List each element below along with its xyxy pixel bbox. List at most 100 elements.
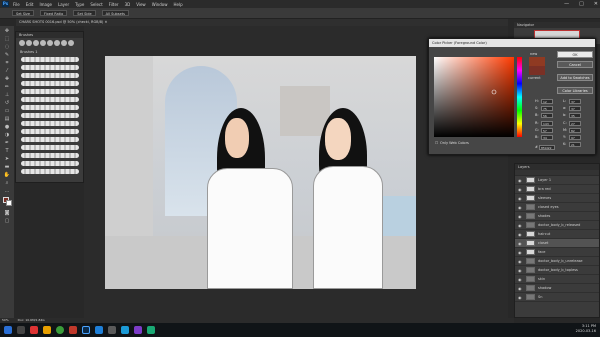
- brightness-input[interactable]: 56: [541, 113, 553, 118]
- brush-stroke-preview[interactable]: [21, 57, 79, 62]
- visibility-eye-icon[interactable]: ◉: [518, 187, 523, 192]
- eraser-tool-icon[interactable]: ▭: [3, 108, 11, 114]
- minimize-button[interactable]: —: [564, 0, 569, 8]
- history-brush-icon[interactable]: ↺: [3, 100, 11, 106]
- hue-slider[interactable]: [517, 57, 522, 137]
- green-input[interactable]: 57: [541, 128, 553, 133]
- quick-mask-icon[interactable]: ◙: [3, 210, 11, 216]
- brush-tip[interactable]: [47, 40, 53, 46]
- pen-tool-icon[interactable]: ✒: [3, 140, 11, 146]
- maximize-button[interactable]: □: [579, 0, 584, 8]
- windows-start-icon[interactable]: [4, 326, 12, 334]
- visibility-eye-icon[interactable]: ◉: [518, 250, 523, 255]
- visibility-eye-icon[interactable]: ◉: [518, 196, 523, 201]
- system-tray[interactable]: 3:11 PM 2020-03-16: [576, 324, 596, 334]
- quick-select-tool-icon[interactable]: ✎: [3, 52, 11, 58]
- shape-tool-icon[interactable]: ▬: [3, 164, 11, 170]
- visibility-eye-icon[interactable]: ◉: [518, 178, 523, 183]
- stamp-tool-icon[interactable]: ⊥: [3, 92, 11, 98]
- layer-row[interactable]: ◉ haircut: [515, 230, 599, 239]
- brush-stroke-preview[interactable]: [21, 121, 79, 126]
- fixed-ratio-dropdown[interactable]: Fixed Ratio: [40, 10, 68, 16]
- layer-row[interactable]: ◉ Sn: [515, 293, 599, 302]
- brush-stroke-preview[interactable]: [21, 129, 79, 134]
- dodge-tool-icon[interactable]: ◑: [3, 132, 11, 138]
- magenta-input[interactable]: 82: [569, 128, 581, 133]
- background-color-swatch[interactable]: [6, 200, 12, 206]
- healing-tool-icon[interactable]: ✚: [3, 76, 11, 82]
- visibility-eye-icon[interactable]: ◉: [518, 232, 523, 237]
- brush-stroke-preview[interactable]: [21, 65, 79, 70]
- layer-row[interactable]: ◉ doctor_body_b_topless: [515, 266, 599, 275]
- taskbar-app-icon[interactable]: [121, 326, 129, 334]
- color-swatches[interactable]: [3, 197, 12, 207]
- color-field[interactable]: [434, 57, 514, 137]
- menu-help[interactable]: Help: [173, 2, 182, 7]
- path-select-icon[interactable]: ➤: [3, 156, 11, 162]
- brush-stroke-preview[interactable]: [21, 113, 79, 118]
- layer-row-selected[interactable]: ◉ closet: [515, 239, 599, 248]
- brush-stroke-preview[interactable]: [21, 81, 79, 86]
- taskbar-app-icon[interactable]: [69, 326, 77, 334]
- document-canvas[interactable]: [105, 56, 416, 289]
- hand-tool-icon[interactable]: ✋: [3, 172, 11, 178]
- saturation-input[interactable]: 75: [541, 106, 553, 111]
- yellow-input[interactable]: 97: [569, 135, 581, 140]
- taskbar-app-icon[interactable]: [95, 326, 103, 334]
- visibility-eye-icon[interactable]: ◉: [518, 277, 523, 282]
- brush-tip[interactable]: [61, 40, 67, 46]
- brush-stroke-preview[interactable]: [21, 105, 79, 110]
- brush-tool-icon[interactable]: ✏: [3, 84, 11, 90]
- brush-stroke-preview[interactable]: [21, 145, 79, 150]
- layer-row[interactable]: ◉ face: [515, 248, 599, 257]
- document-tab[interactable]: CHARS SHOTS 0016.psd @ 50% (checki, RGB/…: [19, 20, 107, 24]
- hue-input[interactable]: 12: [541, 99, 553, 104]
- visibility-eye-icon[interactable]: ◉: [518, 223, 523, 228]
- type-tool-icon[interactable]: T: [3, 148, 11, 154]
- all-subsets-dropdown[interactable]: All Subsets: [101, 10, 129, 16]
- set-size-dropdown[interactable]: Set Size: [12, 10, 35, 16]
- red-input[interactable]: 143: [541, 121, 553, 126]
- zoom-level[interactable]: 50%: [2, 318, 9, 322]
- lab-b-input[interactable]: 35: [569, 113, 581, 118]
- screen-mode-icon[interactable]: ▢: [3, 218, 11, 224]
- cancel-button[interactable]: Cancel: [557, 61, 593, 68]
- folder-icon[interactable]: [43, 326, 51, 334]
- brush-tip[interactable]: [26, 40, 32, 46]
- brush-tip[interactable]: [68, 40, 74, 46]
- brush-tip[interactable]: [19, 40, 25, 46]
- add-to-swatches-button[interactable]: Add to Swatches: [557, 74, 593, 81]
- color-libraries-button[interactable]: Color Libraries: [557, 87, 593, 94]
- black-input[interactable]: 21: [569, 142, 581, 147]
- lab-l-input[interactable]: 37: [569, 99, 581, 104]
- hex-input[interactable]: 8f4d22: [539, 145, 555, 150]
- layer-row[interactable]: ◉ skin: [515, 275, 599, 284]
- taskbar-app-icon[interactable]: [147, 326, 155, 334]
- brush-stroke-preview[interactable]: [21, 153, 79, 158]
- brush-tip[interactable]: [40, 40, 46, 46]
- layer-row[interactable]: ◉ sleeves: [515, 194, 599, 203]
- brush-stroke-preview[interactable]: [21, 97, 79, 102]
- eyedropper-tool-icon[interactable]: ⁄: [3, 68, 11, 74]
- layer-row[interactable]: ◉ shades: [515, 212, 599, 221]
- lasso-tool-icon[interactable]: ◌: [3, 44, 11, 50]
- only-web-colors-checkbox[interactable]: ☐: [435, 141, 438, 145]
- brush-stroke-preview[interactable]: [21, 73, 79, 78]
- layer-row[interactable]: ◉ Layer 1: [515, 176, 599, 185]
- menu-select[interactable]: Select: [90, 2, 102, 7]
- visibility-eye-icon[interactable]: ◉: [518, 295, 523, 300]
- brush-stroke-preview[interactable]: [21, 137, 79, 142]
- menu-image[interactable]: Image: [39, 2, 52, 7]
- visibility-eye-icon[interactable]: ◉: [518, 214, 523, 219]
- menu-type[interactable]: Type: [75, 2, 84, 7]
- blur-tool-icon[interactable]: ●: [3, 124, 11, 130]
- search-icon[interactable]: [17, 326, 25, 334]
- move-tool-icon[interactable]: ✥: [3, 28, 11, 34]
- brush-tip[interactable]: [54, 40, 60, 46]
- ok-button[interactable]: OK: [557, 51, 593, 58]
- layer-row[interactable]: ◉ doctor_body_b_unrelease: [515, 257, 599, 266]
- brush-stroke-preview[interactable]: [21, 89, 79, 94]
- layer-row[interactable]: ◉ doctor_body_b_released: [515, 221, 599, 230]
- visibility-eye-icon[interactable]: ◉: [518, 259, 523, 264]
- brush-group-label[interactable]: Brushes 1: [16, 50, 83, 54]
